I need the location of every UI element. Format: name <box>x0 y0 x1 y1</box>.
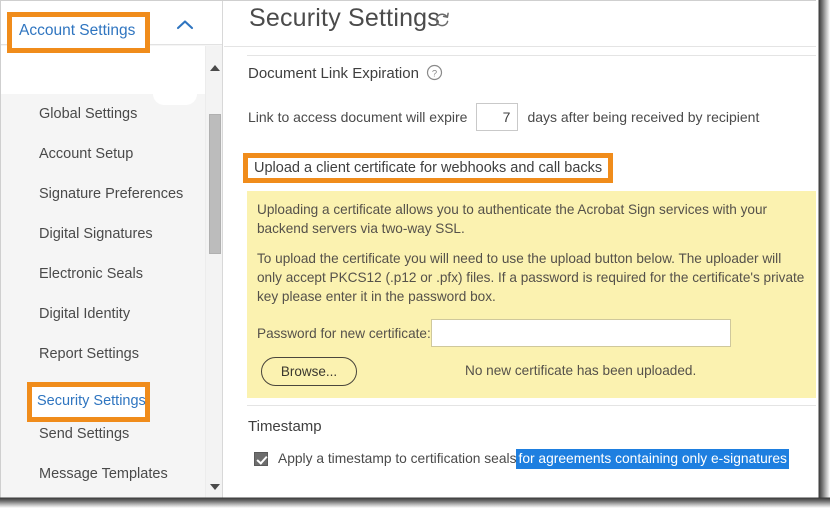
sidebar-nav-list: Global Settings Account Setup Signature … <box>1 94 206 494</box>
sidebar-item-label: Message Templates <box>39 466 168 482</box>
window-shadow-bottom <box>0 496 830 508</box>
sidebar-scrollbar[interactable] <box>205 46 222 500</box>
sidebar-item-label: Signature Preferences <box>39 186 184 202</box>
certificate-password-label: Password for new certificate: <box>257 325 431 341</box>
browse-button[interactable]: Browse... <box>261 357 357 386</box>
window-border-left <box>0 0 1 500</box>
sidebar-group-label[interactable]: Account Settings <box>19 22 135 40</box>
sidebar-item-label: Digital Signatures <box>39 226 153 242</box>
sidebar-item-account-setup[interactable]: Account Setup <box>1 134 206 174</box>
expiration-days-input[interactable] <box>476 103 519 131</box>
sidebar-item-digital-signatures[interactable]: Digital Signatures <box>1 214 206 254</box>
sidebar-item-label: Electronic Seals <box>39 266 143 282</box>
section-divider-top <box>247 55 818 56</box>
sidebar-item-report-settings[interactable]: Report Settings <box>1 334 206 374</box>
chevron-up-icon[interactable] <box>174 17 196 33</box>
sidebar-item-message-templates[interactable]: Message Templates <box>1 454 206 494</box>
timestamp-label-highlighted: for agreements containing only e-signatu… <box>516 449 789 469</box>
sidebar-item-label: Report Settings <box>39 346 139 362</box>
certificate-info-panel: Uploading a certificate allows you to au… <box>247 191 818 398</box>
page-title: Security Settings <box>249 4 440 32</box>
caret-down-icon[interactable] <box>206 478 223 495</box>
sidebar: Search Account Settings Global Settings … <box>1 1 223 500</box>
sidebar-group-account-settings[interactable] <box>1 46 222 94</box>
window-border-top <box>0 0 818 1</box>
caret-up-icon[interactable] <box>206 59 223 76</box>
sidebar-item-label: Digital Identity <box>39 306 131 322</box>
refresh-icon[interactable] <box>433 11 450 28</box>
app-window: Search Account Settings Global Settings … <box>0 0 830 508</box>
timestamp-label-wrapper: Apply a timestamp to certification seals… <box>278 449 789 469</box>
expiration-suffix-label: days after being received by recipient <box>527 109 760 125</box>
expiration-prefix-label: Link to access document will expire <box>248 109 468 125</box>
group-notch <box>153 94 197 105</box>
certificate-password-row: Password for new certificate: <box>257 319 731 347</box>
section-heading-timestamp: Timestamp <box>248 418 322 435</box>
sidebar-item-label: Send Settings <box>39 426 130 442</box>
main-content: Security Settings Document Link Expirati… <box>224 1 818 500</box>
sidebar-item-security-settings[interactable]: Security Settings <box>37 393 146 409</box>
help-circle-icon[interactable]: ? <box>426 64 443 81</box>
sidebar-item-digital-identity[interactable]: Digital Identity <box>1 294 206 334</box>
sidebar-item-label: Account Setup <box>39 146 134 162</box>
scrollbar-thumb[interactable] <box>209 114 221 254</box>
timestamp-checkbox[interactable] <box>254 451 268 466</box>
certificate-password-input[interactable] <box>430 319 731 347</box>
sidebar-item-signature-preferences[interactable]: Signature Preferences <box>1 174 206 214</box>
certificate-paragraph-1: Uploading a certificate allows you to au… <box>257 202 768 236</box>
certificate-status-text: No new certificate has been uploaded. <box>465 363 697 378</box>
sidebar-item-electronic-seals[interactable]: Electronic Seals <box>1 254 206 294</box>
sidebar-item-label: Global Settings <box>39 106 138 122</box>
svg-text:?: ? <box>432 68 437 79</box>
certificate-paragraph-2: To upload the certificate you will need … <box>257 251 805 304</box>
link-expiration-row: Link to access document will expire days… <box>248 103 759 131</box>
title-divider <box>224 46 818 47</box>
section-divider-bottom <box>247 405 818 406</box>
timestamp-label-plain: Apply a timestamp to certification seals <box>278 451 517 466</box>
section-heading-upload-certificate: Upload a client certificate for webhooks… <box>254 160 603 176</box>
timestamp-option-row: Apply a timestamp to certification seals… <box>254 449 789 469</box>
window-shadow-right <box>816 0 830 508</box>
section-heading-document-link-expiration: Document Link Expiration <box>248 65 419 82</box>
